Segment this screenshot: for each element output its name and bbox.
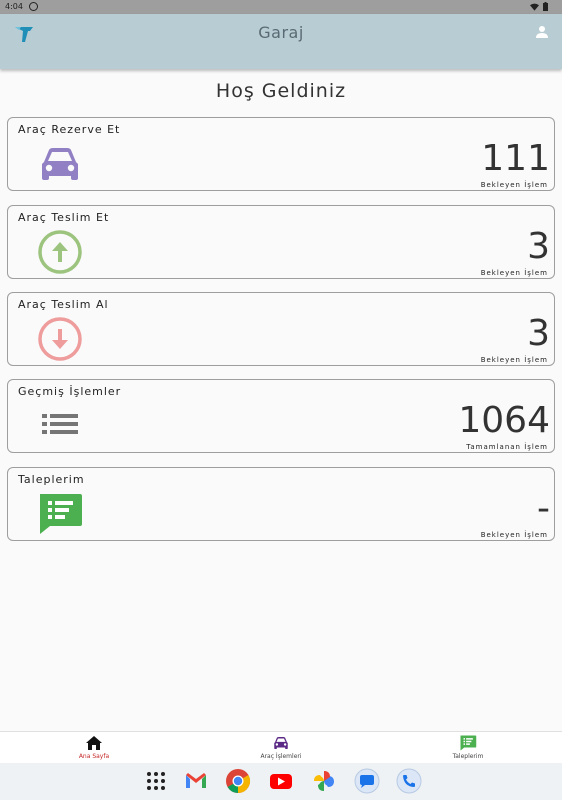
bottom-navigation: Ana Sayfa Araç İşlemleri Taleplerim <box>0 731 562 763</box>
card-title: Araç Rezerve Et <box>18 123 121 136</box>
account-icon[interactable] <box>535 25 549 39</box>
status-time: 4:04 <box>5 2 23 11</box>
nav-item-ana-sayfa[interactable]: Ana Sayfa <box>34 734 154 760</box>
card-gecmis-islemler[interactable]: Geçmiş İşlemler 1064 Tamamlanan İşlem <box>7 379 555 453</box>
arrow-up-circle-icon <box>38 230 82 274</box>
card-arac-teslim-et[interactable]: Araç Teslim Et 3 Bekleyen İşlem <box>7 205 555 279</box>
nav-item-label: Taleplerim <box>452 753 484 760</box>
car-icon <box>42 148 78 180</box>
card-taleplerim[interactable]: Taleplerim - Bekleyen İşlem <box>7 467 555 541</box>
phone-icon[interactable] <box>396 768 422 794</box>
wifi-icon <box>530 3 539 11</box>
home-icon <box>86 736 102 750</box>
welcome-heading: Hoş Geldiniz <box>215 80 347 102</box>
messages-icon[interactable] <box>354 768 380 794</box>
nav-item-arac-islemleri[interactable]: Araç İşlemleri <box>221 734 341 760</box>
card-count: 3 <box>527 226 550 267</box>
card-count: - <box>537 488 550 529</box>
car-icon <box>274 737 288 749</box>
photos-icon[interactable] <box>311 768 337 794</box>
card-subtitle: Bekleyen İşlem <box>480 269 548 277</box>
card-count: 1064 <box>458 400 550 441</box>
card-title: Araç Teslim Et <box>18 211 110 224</box>
app-bar: Garaj <box>0 14 562 69</box>
status-notification-icon <box>29 2 38 11</box>
app-title: Garaj <box>258 23 304 42</box>
card-arac-teslim-al[interactable]: Araç Teslim Al 3 Bekleyen İşlem <box>7 292 555 366</box>
card-arac-rezerve-et[interactable]: Araç Rezerve Et 111 Bekleyen İşlem <box>7 117 555 191</box>
status-bar: 4:04 <box>0 0 562 14</box>
chat-list-icon <box>40 494 82 534</box>
nav-item-taleplerim[interactable]: Taleplerim <box>408 734 528 760</box>
nav-item-label: Araç İşlemleri <box>260 753 302 760</box>
card-count: 3 <box>527 313 550 354</box>
chat-list-icon <box>460 735 477 751</box>
list-icon <box>42 414 78 434</box>
chrome-icon[interactable] <box>225 768 251 794</box>
card-subtitle: Bekleyen İşlem <box>480 181 548 189</box>
nav-item-label: Ana Sayfa <box>78 753 110 760</box>
arrow-down-circle-icon <box>38 317 82 361</box>
system-dock <box>0 763 562 800</box>
battery-icon <box>543 2 548 11</box>
apps-icon[interactable] <box>143 768 169 794</box>
card-subtitle: Bekleyen İşlem <box>480 356 548 364</box>
card-subtitle: Tamamlanan İşlem <box>466 443 548 451</box>
card-title: Taleplerim <box>18 473 85 486</box>
youtube-icon[interactable] <box>268 768 294 794</box>
card-title: Araç Teslim Al <box>18 298 109 311</box>
card-subtitle: Bekleyen İşlem <box>480 531 548 539</box>
card-title: Geçmiş İşlemler <box>18 385 122 398</box>
gmail-icon[interactable] <box>183 768 209 794</box>
card-count: 111 <box>481 138 550 179</box>
